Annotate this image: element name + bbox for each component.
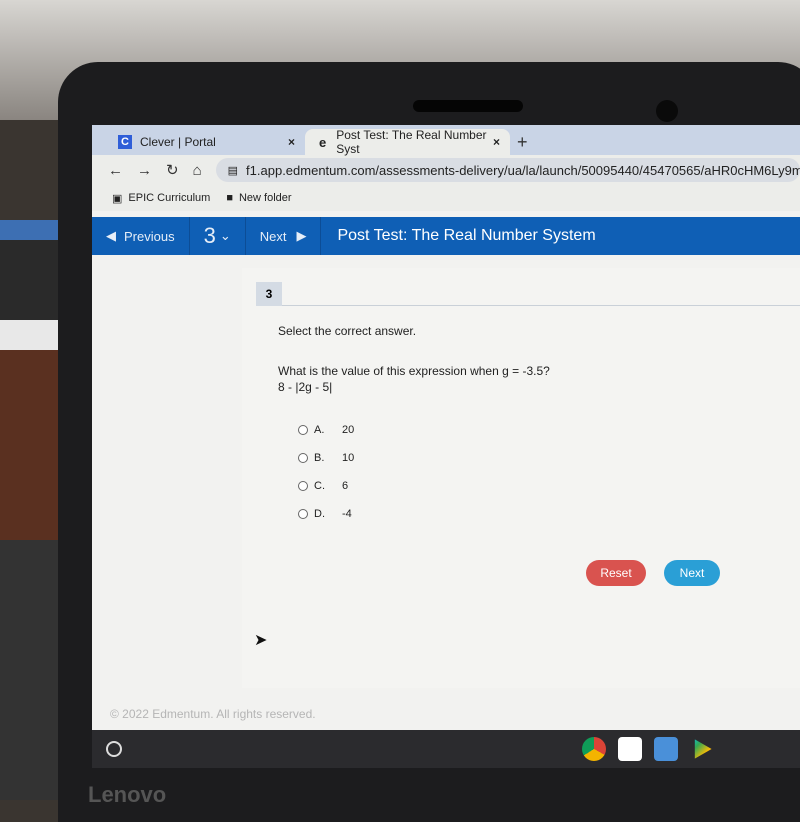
expression: 8 - |2g - 5| [278,380,333,394]
choice-a[interactable]: A. 20 [298,416,354,444]
answer-choices: A. 20 B. 10 C. 6 D. -4 [298,416,354,528]
bookmark-epic[interactable]: ▣ EPIC Curriculum [112,192,210,205]
next-button[interactable]: Next [664,560,720,586]
url-text: f1.app.edmentum.com/assessments-delivery… [246,162,800,178]
next-label: Next [259,228,287,244]
camera-icon [656,100,678,122]
docs-icon[interactable] [654,737,678,761]
tab-label: Post Test: The Real Number Syst [336,128,487,156]
question-card: 3 Select the correct answer. What is the… [242,268,800,688]
screen: C Clever | Portal × e Post Test: The Rea… [92,125,800,730]
bookmark-label: EPIC Curriculum [128,192,211,204]
camera-bar [413,100,523,112]
reload-icon[interactable]: ↻ [166,161,179,179]
radio-button[interactable] [298,453,308,463]
choice-d[interactable]: D. -4 [298,500,354,528]
app-header: ◀ Previous 3 ⌄ Next ▶ Post Test: The Real N… [92,217,800,255]
bookmark-label: New folder [238,192,292,204]
chevron-down-icon: ⌄ [219,228,231,243]
close-tab-icon[interactable]: × [288,135,295,149]
mouse-cursor-icon: ➤ [254,632,268,649]
clever-icon: C [118,135,132,149]
site-info-icon[interactable]: ▤ [228,164,238,177]
launcher-icon[interactable] [106,741,122,757]
home-icon[interactable]: ⌂ [193,162,202,179]
tab-post-test[interactable]: e Post Test: The Real Number Syst × [305,128,510,156]
question-badge: 3 [256,282,282,306]
chrome-icon[interactable] [582,737,606,761]
gmail-icon[interactable] [618,737,642,761]
forward-icon[interactable]: → [137,162,152,179]
previous-button[interactable]: ◀ Previous [92,217,190,255]
tab-bar: C Clever | Portal × e Post Test: The Rea… [92,125,800,156]
tab-label: Clever | Portal [140,135,216,149]
choice-letter: B. [314,452,325,464]
next-nav-button[interactable]: Next ▶ [246,217,322,255]
back-icon[interactable]: ← [108,162,123,179]
close-tab-icon[interactable]: × [493,135,500,149]
radio-button[interactable] [298,425,308,435]
edmentum-icon: e [319,134,327,150]
address-bar-row: ← → ↻ ⌂ ▤ f1.app.edmentum.com/assessment… [92,155,800,185]
footer-copyright: © 2022 Edmentum. All rights reserved. [110,707,316,721]
choice-value: 20 [342,424,355,436]
os-shelf [92,730,800,768]
new-tab-button[interactable]: + [517,132,528,153]
bookmark-new-folder[interactable]: ■ New folder [226,192,291,204]
previous-label: Previous [124,228,175,244]
background-left [0,220,60,800]
arrow-left-circle-icon: ◀ [106,228,116,243]
play-store-icon[interactable] [694,739,712,759]
choice-letter: C. [314,480,325,492]
divider [282,305,800,306]
arrow-right-circle-icon: ▶ [296,228,307,243]
folder-icon: ■ [226,192,233,204]
page-title: Post Test: The Real Number System [337,227,596,244]
bookmarks-bar: ▣ EPIC Curriculum ■ New folder [92,185,800,211]
bookmark-page-icon: ▣ [112,192,123,205]
choice-letter: A. [314,424,325,436]
instruction: Select the correct answer. [278,324,417,338]
radio-button[interactable] [298,509,308,519]
choice-b[interactable]: B. 10 [298,444,354,472]
reset-button[interactable]: Reset [586,560,646,586]
choice-letter: D. [314,508,325,520]
url-input[interactable]: ▤ f1.app.edmentum.com/assessments-delive… [215,158,800,182]
question-selector[interactable]: 3 ⌄ [190,217,246,255]
tab-clever[interactable]: C Clever | Portal × [100,129,305,155]
question-number: 3 [203,223,216,248]
question-text: What is the value of this expression whe… [278,364,550,378]
choice-value: -4 [342,508,352,520]
radio-button[interactable] [298,481,308,491]
choice-value: 10 [342,452,355,464]
lenovo-logo: Lenovo [88,782,167,807]
choice-c[interactable]: C. 6 [298,472,354,500]
choice-value: 6 [342,480,349,492]
